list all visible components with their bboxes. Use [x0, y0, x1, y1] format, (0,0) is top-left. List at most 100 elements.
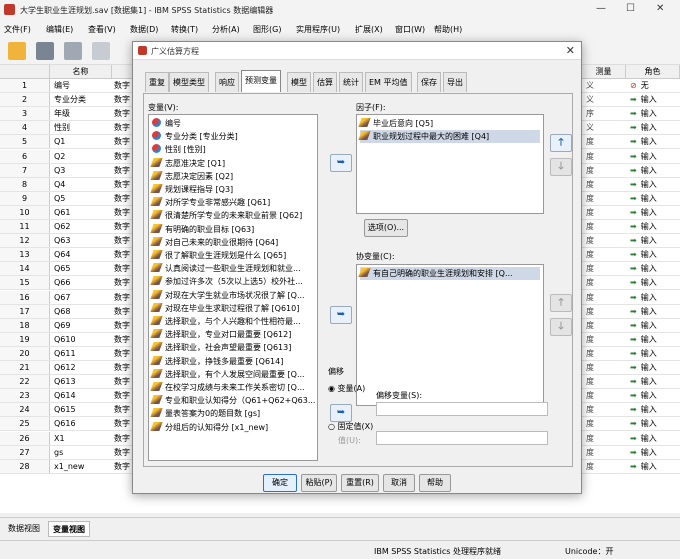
role-cell[interactable]: ➡ 输入	[630, 403, 657, 416]
variable-name-cell[interactable]: Q3	[54, 164, 65, 177]
dialog-close-icon[interactable]: ✕	[566, 44, 575, 57]
row-number[interactable]: 16	[0, 290, 50, 304]
list-item[interactable]: 职业规划过程中最大的困难 [Q4]	[358, 130, 540, 143]
variable-name-cell[interactable]: Q63	[54, 234, 70, 247]
save-icon[interactable]	[36, 42, 54, 60]
role-cell[interactable]: ➡ 输入	[630, 319, 657, 332]
measure-cell[interactable]: 度	[586, 192, 594, 205]
row-number[interactable]: 15	[0, 276, 50, 290]
row-number[interactable]: 19	[0, 332, 50, 346]
covariate-move-up-icon[interactable]: 🡑	[550, 294, 572, 312]
variable-name-cell[interactable]: Q1	[54, 135, 65, 148]
measure-cell[interactable]: 度	[586, 248, 594, 261]
row-number[interactable]: 11	[0, 220, 50, 234]
role-cell[interactable]: ➡ 输入	[630, 333, 657, 346]
tab-model[interactable]: 模型	[287, 72, 311, 92]
measure-cell[interactable]: 度	[586, 446, 594, 459]
variable-type-cell[interactable]: 数字	[114, 150, 130, 163]
variable-name-cell[interactable]: Q4	[54, 178, 65, 191]
variable-name-cell[interactable]: Q69	[54, 319, 70, 332]
variable-type-cell[interactable]: 数字	[114, 389, 130, 402]
variable-type-cell[interactable]: 数字	[114, 333, 130, 346]
menu-file[interactable]: 文件(F)	[4, 24, 31, 35]
list-item[interactable]: 对现在大学生就业市场状况很了解 [Q...	[150, 289, 305, 302]
variable-type-cell[interactable]: 数字	[114, 446, 130, 459]
variable-name-cell[interactable]: Q61	[54, 206, 70, 219]
list-item[interactable]: 规划课程指导 [Q3]	[150, 183, 233, 196]
variable-name-cell[interactable]: Q615	[54, 403, 76, 416]
variable-name-cell[interactable]: Q616	[54, 417, 76, 430]
menu-help[interactable]: 帮助(H)	[434, 24, 462, 35]
role-cell[interactable]: ➡ 输入	[630, 417, 657, 430]
variable-type-cell[interactable]: 数字	[114, 403, 130, 416]
measure-cell[interactable]: 义	[586, 121, 594, 134]
role-cell[interactable]: ➡ 输入	[630, 150, 657, 163]
measure-cell[interactable]: 度	[586, 291, 594, 304]
variable-type-cell[interactable]: 数字	[114, 276, 130, 289]
role-cell[interactable]: ➡ 输入	[630, 361, 657, 374]
row-number[interactable]: 24	[0, 403, 50, 417]
menu-view[interactable]: 查看(V)	[88, 24, 116, 35]
role-cell[interactable]: ➡ 输入	[630, 107, 657, 120]
row-number[interactable]: 27	[0, 445, 50, 459]
measure-cell[interactable]: 度	[586, 460, 594, 473]
row-number[interactable]: 17	[0, 304, 50, 318]
list-item[interactable]: 有明确的职业目标 [Q63]	[150, 223, 254, 236]
fixed-value-radio[interactable]: ○ 固定值(X)	[328, 421, 373, 432]
list-item[interactable]: 很清楚所学专业的未来职业前景 [Q62]	[150, 209, 302, 222]
list-item[interactable]: 志愿决定因素 [Q2]	[150, 170, 233, 183]
variable-name-cell[interactable]: gs	[54, 446, 63, 459]
variable-type-cell[interactable]: 数字	[114, 347, 130, 360]
role-cell[interactable]: ➡ 输入	[630, 206, 657, 219]
variable-type-cell[interactable]: 数字	[114, 220, 130, 233]
cancel-button[interactable]: 取消	[383, 474, 415, 492]
close-icon[interactable]: ✕	[656, 3, 664, 14]
variable-name-cell[interactable]: x1_new	[54, 460, 84, 473]
row-number[interactable]: 4	[0, 121, 50, 135]
variable-type-cell[interactable]: 数字	[114, 460, 130, 473]
variable-name-cell[interactable]: Q66	[54, 276, 70, 289]
tab-estimation[interactable]: 估算	[313, 72, 337, 92]
move-offset-arrow-icon[interactable]: ➥	[330, 404, 352, 422]
measure-cell[interactable]: 度	[586, 333, 594, 346]
row-number[interactable]: 7	[0, 163, 50, 177]
variable-type-cell[interactable]: 数字	[114, 305, 130, 318]
variable-type-cell[interactable]: 数字	[114, 375, 130, 388]
measure-cell[interactable]: 度	[586, 319, 594, 332]
variable-type-cell[interactable]: 数字	[114, 192, 130, 205]
variables-list[interactable]: 编号 专业分类 [专业分类] 性别 [性别] 志愿准决定 [Q1] 志愿决定因素 [Q2…	[148, 114, 318, 461]
list-item[interactable]: 选择职业，挣钱多最重要 [Q614]	[150, 355, 283, 368]
tab-em-means[interactable]: EM 平均值	[365, 72, 412, 92]
row-number[interactable]: 28	[0, 459, 50, 473]
variable-type-cell[interactable]: 数字	[114, 291, 130, 304]
variable-name-cell[interactable]: Q67	[54, 291, 70, 304]
variable-name-cell[interactable]: X1	[54, 432, 65, 445]
row-number[interactable]: 20	[0, 346, 50, 360]
list-item[interactable]: 志愿准决定 [Q1]	[150, 157, 225, 170]
menu-utilities[interactable]: 实用程序(U)	[296, 24, 340, 35]
maximize-icon[interactable]: ☐	[626, 3, 635, 14]
row-number[interactable]: 21	[0, 361, 50, 375]
tab-variable-view[interactable]: 变量视图	[48, 521, 90, 537]
variable-type-cell[interactable]: 数字	[114, 248, 130, 261]
role-cell[interactable]: ➡ 输入	[630, 291, 657, 304]
covariate-move-down-icon[interactable]: 🡓	[550, 318, 572, 336]
measure-cell[interactable]: 度	[586, 417, 594, 430]
variable-type-cell[interactable]: 数字	[114, 121, 130, 134]
variable-type-cell[interactable]: 数字	[114, 178, 130, 191]
row-number[interactable]: 5	[0, 135, 50, 149]
row-number[interactable]: 2	[0, 93, 50, 107]
list-item[interactable]: 分组后的认知得分 [x1_new]	[150, 421, 268, 434]
measure-cell[interactable]: 度	[586, 305, 594, 318]
measure-cell[interactable]: 度	[586, 432, 594, 445]
role-cell[interactable]: ➡ 输入	[630, 93, 657, 106]
list-item[interactable]: 选择职业，有个人发展空间最重要 [Q...	[150, 368, 305, 381]
menu-transform[interactable]: 转换(T)	[171, 24, 198, 35]
variable-type-cell[interactable]: 数字	[114, 93, 130, 106]
tab-response[interactable]: 响应	[215, 72, 239, 92]
measure-cell[interactable]: 度	[586, 135, 594, 148]
measure-cell[interactable]: 度	[586, 206, 594, 219]
measure-cell[interactable]: 义	[586, 93, 594, 106]
measure-cell[interactable]: 度	[586, 403, 594, 416]
role-cell[interactable]: ➡ 输入	[630, 276, 657, 289]
